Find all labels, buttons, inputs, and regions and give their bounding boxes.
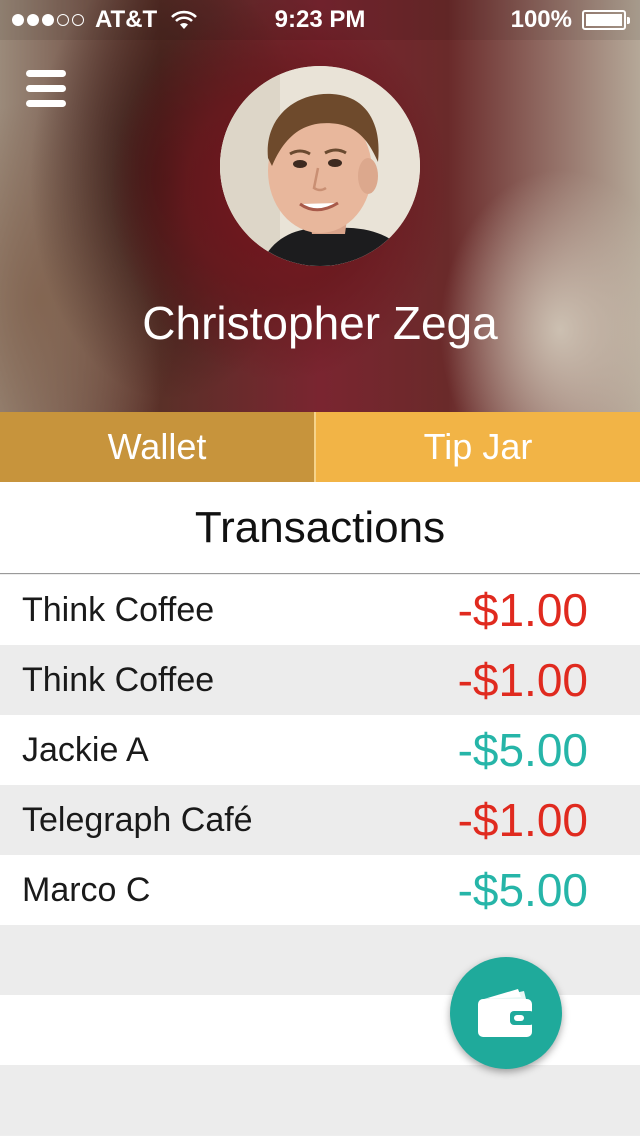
transaction-name: Marco C — [22, 871, 151, 909]
menu-line — [26, 100, 66, 107]
menu-line — [26, 85, 66, 92]
status-bar: AT&T 9:23 PM 100% — [0, 0, 640, 40]
transaction-amount: -$1.00 — [457, 584, 588, 636]
tab-bar: Wallet Tip Jar — [0, 412, 640, 482]
transaction-row[interactable]: Think Coffee -$1.00 — [0, 645, 640, 715]
transaction-name: Think Coffee — [22, 661, 215, 699]
transaction-name: Think Coffee — [22, 591, 215, 629]
transaction-name: Telegraph Café — [22, 801, 253, 839]
transaction-amount: -$5.00 — [457, 724, 588, 776]
transaction-row[interactable]: Think Coffee -$1.00 — [0, 575, 640, 645]
tab-wallet[interactable]: Wallet — [0, 412, 316, 482]
battery-tip — [627, 17, 630, 24]
menu-line — [26, 70, 66, 77]
avatar — [220, 66, 420, 266]
tab-tip-jar[interactable]: Tip Jar — [316, 412, 640, 482]
profile-name: Christopher Zega — [142, 297, 498, 349]
transaction-name: Jackie A — [22, 731, 149, 769]
battery-fill — [586, 14, 622, 26]
profile-photo-icon — [220, 66, 420, 266]
empty-row — [0, 1065, 640, 1135]
wallet-icon — [478, 989, 534, 1037]
transaction-amount: -$5.00 — [457, 864, 588, 916]
battery-icon — [582, 10, 630, 30]
transaction-row[interactable]: Jackie A -$5.00 — [0, 715, 640, 785]
status-right: 100% — [510, 6, 630, 34]
profile-header: AT&T 9:23 PM 100% Christopher Zega — [0, 0, 640, 412]
transaction-amount: -$1.00 — [457, 654, 588, 706]
transaction-amount: -$1.00 — [457, 794, 588, 846]
transaction-row[interactable]: Telegraph Café -$1.00 — [0, 785, 640, 855]
battery-percent: 100% — [510, 6, 572, 33]
wallet-fab-button[interactable] — [450, 957, 562, 1069]
transaction-row[interactable]: Marco C -$5.00 — [0, 855, 640, 925]
section-title: Transactions — [0, 482, 640, 574]
hamburger-menu-icon[interactable] — [26, 70, 66, 108]
